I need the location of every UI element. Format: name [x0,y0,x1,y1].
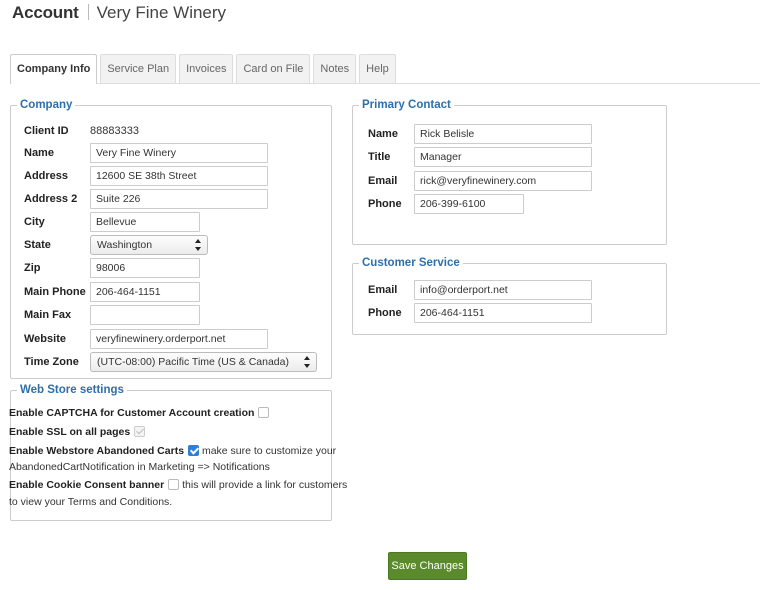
city-input[interactable]: Bellevue [90,212,200,232]
tab-bar: Company Info Service Plan Invoices Card … [10,54,399,84]
address-row: Address 12600 SE 38th Street [14,166,268,186]
main-fax-row: Main Fax [14,305,200,325]
city-row: City Bellevue [14,212,200,232]
contact-title-label: Title [368,151,391,163]
tab-notes[interactable]: Notes [313,54,357,83]
time-zone-select[interactable]: (UTC-08:00) Pacific Time (US & Canada) [90,352,317,372]
company-name-label: Name [24,147,54,159]
title-divider [87,4,89,20]
cs-email-row: Email info@orderport.net [368,280,592,300]
cookie-consent-setting: Enable Cookie Consent banner this will p… [9,479,347,491]
tab-help[interactable]: Help [359,54,396,83]
webstore-legend: Web Store settings [20,384,124,396]
company-name-input[interactable]: Very Fine Winery [90,143,268,163]
page-title-company: Very Fine Winery [96,3,227,22]
address-input[interactable]: 12600 SE 38th Street [90,166,268,186]
cs-phone-label: Phone [368,307,402,319]
select-arrows-icon [304,356,311,368]
website-row: Website veryfinewinery.orderport.net [14,329,268,349]
abandoned-carts-note: make sure to customize your [201,445,337,457]
cs-email-label: Email [368,284,398,296]
address-label: Address [24,170,69,182]
address2-input[interactable]: Suite 226 [90,189,268,209]
time-zone-label: Time Zone [24,356,79,368]
contact-email-row: Email rick@veryfinewinery.com [368,171,592,191]
contact-phone-label: Phone [368,198,402,210]
primary-contact-legend: Primary Contact [362,99,451,111]
abandoned-carts-note-line2: AbandonedCartNotification in Marketing =… [9,461,270,473]
tab-service-plan[interactable]: Service Plan [100,54,177,83]
zip-input[interactable]: 98006 [90,258,200,278]
ssl-setting: Enable SSL on all pages [9,426,146,438]
page-title-account: Account [12,3,79,22]
address2-row: Address 2 Suite 226 [14,189,268,209]
cookie-consent-label: Enable Cookie Consent banner [9,479,165,491]
contact-name-row: Name Rick Belisle [368,124,592,144]
contact-phone-row: Phone 206-399-6100 [368,194,524,214]
select-arrows-icon [195,239,202,251]
contact-name-label: Name [368,128,398,140]
cookie-consent-note-line2: to view your Terms and Conditions. [9,496,173,508]
time-zone-row: Time Zone (UTC-08:00) Pacific Time (US &… [14,352,317,372]
main-fax-label: Main Fax [24,309,72,321]
contact-title-row: Title Manager [368,147,592,167]
contact-phone-input[interactable]: 206-399-6100 [414,194,524,214]
cookie-consent-note: this will provide a link for customers [182,479,348,491]
tab-company-info[interactable]: Company Info [10,54,98,84]
address2-label: Address 2 [24,193,78,205]
state-select-value: Washington [97,239,153,251]
company-name-row: Name Very Fine Winery [14,143,268,163]
main-fax-input[interactable] [90,305,200,325]
state-row: State Washington [14,235,208,255]
main-phone-label: Main Phone [24,286,86,298]
cs-email-input[interactable]: info@orderport.net [414,280,592,300]
save-changes-button[interactable]: Save Changes [388,552,467,580]
captcha-checkbox[interactable] [258,407,270,418]
contact-title-input[interactable]: Manager [414,147,592,167]
customer-service-legend: Customer Service [362,257,460,269]
state-label: State [24,239,51,251]
abandoned-carts-label: Enable Webstore Abandoned Carts [9,445,185,457]
client-id-row: Client ID 88883333 [14,121,139,141]
main-phone-input[interactable]: 206-464-1151 [90,282,200,302]
abandoned-carts-checkbox[interactable] [188,445,200,456]
time-zone-select-value: (UTC-08:00) Pacific Time (US & Canada) [97,356,289,368]
website-input[interactable]: veryfinewinery.orderport.net [90,329,268,349]
abandoned-carts-setting: Enable Webstore Abandoned Carts make sur… [9,445,336,457]
ssl-checkbox [134,426,146,437]
state-select[interactable]: Washington [90,235,208,255]
page-title: Account Very Fine Winery [12,3,226,23]
cookie-consent-checkbox[interactable] [168,479,180,490]
captcha-label: Enable CAPTCHA for Customer Account crea… [9,407,255,419]
city-label: City [24,216,45,228]
company-legend: Company [20,99,73,111]
captcha-setting: Enable CAPTCHA for Customer Account crea… [9,407,270,419]
website-label: Website [24,333,66,345]
ssl-label: Enable SSL on all pages [9,426,131,438]
contact-email-label: Email [368,175,398,187]
contact-name-input[interactable]: Rick Belisle [414,124,592,144]
main-phone-row: Main Phone 206-464-1151 [14,282,200,302]
contact-email-input[interactable]: rick@veryfinewinery.com [414,171,592,191]
zip-row: Zip 98006 [14,258,200,278]
tab-invoices[interactable]: Invoices [179,54,234,83]
zip-label: Zip [24,262,41,274]
tab-card-on-file[interactable]: Card on File [236,54,311,83]
cs-phone-row: Phone 206-464-1151 [368,303,592,323]
client-id-value: 88883333 [90,125,139,137]
tab-bar-divider [10,83,760,84]
cs-phone-input[interactable]: 206-464-1151 [414,303,592,323]
client-id-label: Client ID [24,125,69,137]
